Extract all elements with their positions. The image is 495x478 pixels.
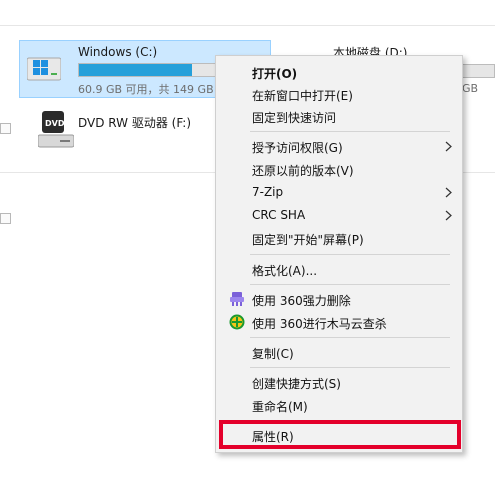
menu-item-7zip[interactable]: 7-Zip [218, 181, 462, 204]
drive-f-tile[interactable]: DVD DVD RW 驱动器 (F:) [38, 108, 218, 152]
drive-d-info: GB [462, 82, 479, 95]
drive-f-name: DVD RW 驱动器 (F:) [78, 116, 192, 130]
left-scroll-marker-2 [0, 213, 11, 224]
menu-item-360-force-delete[interactable]: 使用 360强力删除 [218, 288, 462, 311]
drive-c-usage-fill [79, 64, 193, 76]
menu-item-create-shortcut[interactable]: 创建快捷方式(S) [218, 371, 462, 394]
menu-item-rename[interactable]: 重命名(M) [218, 394, 462, 417]
menu-item-restore-versions[interactable]: 还原以前的版本(V) [218, 158, 462, 181]
top-divider [0, 25, 495, 26]
menu-item-360-scan[interactable]: 使用 360进行木马云查杀 [218, 311, 462, 334]
menu-separator [250, 367, 450, 368]
drive-c-name: Windows (C:) [78, 45, 158, 59]
menu-item-pin-quick-access[interactable]: 固定到快速访问 [218, 105, 462, 128]
dvd-drive-icon [38, 111, 74, 148]
dvd-icon-label: DVD [45, 119, 65, 128]
chevron-right-icon [445, 141, 452, 152]
menu-separator [250, 254, 450, 255]
menu-item-open[interactable]: 打开(O) [218, 61, 462, 84]
menu-item-grant-access[interactable]: 授予访问权限(G) [218, 135, 462, 158]
menu-separator [250, 131, 450, 132]
360-shield-icon [229, 314, 245, 330]
menu-separator [250, 284, 450, 285]
context-menu: 打开(O) 在新窗口中打开(E) 固定到快速访问 授予访问权限(G) 还原以前的… [215, 55, 463, 453]
menu-item-open-new-window[interactable]: 在新窗口中打开(E) [218, 83, 462, 106]
windows-drive-icon [27, 57, 61, 81]
menu-item-pin-start[interactable]: 固定到"开始"屏幕(P) [218, 227, 462, 250]
left-scroll-marker [0, 123, 11, 134]
properties-highlight-box [219, 420, 461, 449]
menu-separator [250, 337, 450, 338]
shredder-icon [230, 292, 244, 306]
menu-item-copy[interactable]: 复制(C) [218, 341, 462, 364]
menu-item-format[interactable]: 格式化(A)... [218, 258, 462, 281]
chevron-right-icon [445, 210, 452, 221]
menu-item-crc-sha[interactable]: CRC SHA [218, 204, 462, 227]
chevron-right-icon [445, 187, 452, 198]
drive-c-info: 60.9 GB 可用，共 149 GB [78, 83, 214, 96]
